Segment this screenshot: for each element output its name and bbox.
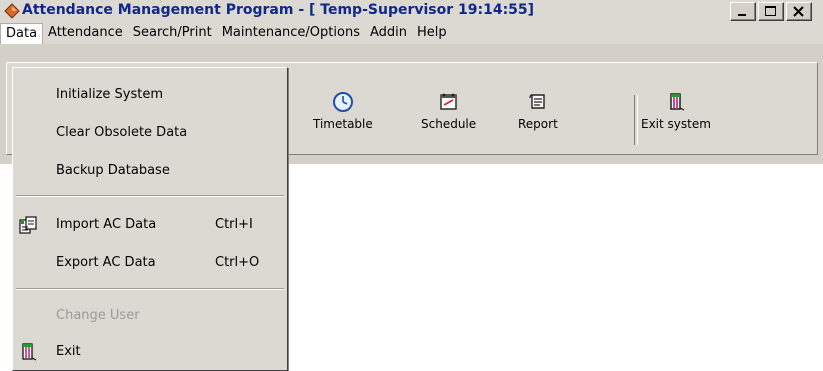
maximize-icon <box>765 6 776 16</box>
window-controls <box>730 2 812 21</box>
timetable-button[interactable]: Timetable <box>313 91 373 131</box>
menu-item-export-ac-data[interactable]: Export AC Data Ctrl+O <box>13 251 287 275</box>
toolbar-separator <box>634 95 638 145</box>
menu-item-label: Initialize System <box>56 87 164 102</box>
import-data-icon <box>19 216 37 234</box>
exit-icon <box>22 343 37 361</box>
app-window: Attendance Management Program - [ Temp-S… <box>0 0 823 371</box>
menu-item-label: Exit <box>56 344 81 359</box>
menu-item-backup-database[interactable]: Backup Database <box>13 159 287 183</box>
title-bar[interactable]: Attendance Management Program - [ Temp-S… <box>0 0 823 22</box>
menu-item-shortcut: Ctrl+O <box>215 255 260 270</box>
menu-bar: Data Attendance Search/Print Maintenance… <box>0 22 823 44</box>
close-button[interactable] <box>786 2 812 21</box>
schedule-icon <box>439 93 457 110</box>
maximize-button[interactable] <box>758 2 784 21</box>
exit-system-button[interactable]: Exit system <box>641 91 711 131</box>
menu-item-initialize-system[interactable]: Initialize System <box>13 83 287 107</box>
menu-item-label: Clear Obsolete Data <box>56 125 188 140</box>
app-diamond-icon <box>4 3 20 19</box>
menu-separator <box>16 195 284 197</box>
close-icon <box>793 6 804 17</box>
menu-item-label: Backup Database <box>56 163 170 178</box>
exit-icon <box>670 93 685 111</box>
menu-item-label: Import AC Data <box>56 217 157 232</box>
menu-item-label: Change User <box>56 308 140 323</box>
minimize-button[interactable] <box>730 2 756 21</box>
menu-item-change-user: Change User <box>13 304 287 328</box>
menu-data[interactable]: Data <box>0 23 44 44</box>
menu-search-print[interactable]: Search/Print <box>128 23 217 43</box>
report-button[interactable]: Report <box>518 91 558 131</box>
exit-system-label: Exit system <box>641 117 711 131</box>
schedule-button[interactable]: Schedule <box>421 91 476 131</box>
timetable-label: Timetable <box>313 117 373 131</box>
menu-item-clear-obsolete-data[interactable]: Clear Obsolete Data <box>13 121 287 145</box>
schedule-label: Schedule <box>421 117 477 131</box>
menu-item-label: Export AC Data <box>56 255 156 270</box>
menu-help[interactable]: Help <box>412 23 452 43</box>
menu-item-exit[interactable]: Exit <box>13 340 287 364</box>
minimize-icon <box>738 14 746 16</box>
clock-icon <box>332 92 353 112</box>
menu-separator <box>16 288 284 290</box>
report-label: Report <box>518 117 558 131</box>
menu-item-import-ac-data[interactable]: Import AC Data Ctrl+I <box>13 213 287 237</box>
menu-item-shortcut: Ctrl+I <box>215 217 253 232</box>
menu-attendance[interactable]: Attendance <box>43 23 128 43</box>
window-title: Attendance Management Program - [ Temp-S… <box>22 2 535 18</box>
menu-maintenance-options[interactable]: Maintenance/Options <box>217 23 365 43</box>
data-menu-dropdown: Initialize System Clear Obsolete Data Ba… <box>12 67 288 371</box>
menu-addin[interactable]: Addin <box>365 23 412 43</box>
report-icon <box>529 94 545 109</box>
